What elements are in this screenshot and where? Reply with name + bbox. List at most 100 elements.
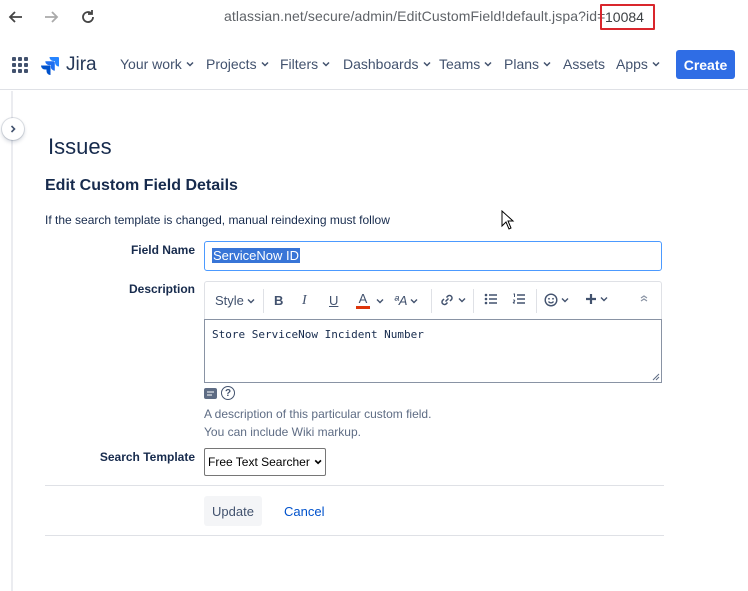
field-name-value: ServiceNow ID bbox=[212, 248, 300, 263]
toolbar-divider bbox=[263, 289, 264, 313]
chevron-right-icon bbox=[10, 125, 16, 133]
field-name-label: Field Name bbox=[130, 243, 195, 257]
plus-icon bbox=[586, 294, 596, 304]
toolbar-divider bbox=[431, 289, 432, 313]
jira-logo-icon bbox=[41, 57, 59, 75]
jira-top-nav: Jira Your work Projects Filters Dashboar… bbox=[0, 40, 748, 90]
font-size-button[interactable]: ªA bbox=[394, 293, 419, 308]
mouse-cursor-icon bbox=[501, 210, 515, 230]
insert-more-button[interactable] bbox=[585, 293, 609, 305]
create-button[interactable]: Create bbox=[676, 50, 735, 79]
nav-assets-label: Assets bbox=[563, 56, 606, 72]
nav-apps[interactable]: Apps bbox=[616, 56, 661, 72]
chevron-down-icon bbox=[422, 61, 431, 67]
description-help: A description of this particular custom … bbox=[204, 405, 431, 441]
description-value: Store ServiceNow Incident Number bbox=[212, 328, 424, 341]
nav-projects-label: Projects bbox=[206, 56, 257, 72]
description-help-line-2: You can include Wiki markup. bbox=[204, 425, 361, 439]
form-divider-top bbox=[45, 485, 664, 486]
nav-apps-label: Apps bbox=[616, 56, 648, 72]
italic-button[interactable]: I bbox=[302, 293, 307, 309]
url-id: 10084 bbox=[605, 9, 644, 25]
address-bar[interactable]: atlassian.net/secure/admin/EditCustomFie… bbox=[224, 8, 605, 24]
wiki-text-mode-icon[interactable] bbox=[204, 387, 217, 399]
reindex-hint: If the search template is changed, manua… bbox=[45, 213, 390, 227]
editor-toolbar: Style B I U A ªA bbox=[204, 281, 662, 319]
chevron-down-icon bbox=[458, 298, 466, 303]
browser-bar: atlassian.net/secure/admin/EditCustomFie… bbox=[0, 0, 748, 36]
forward-icon[interactable] bbox=[40, 6, 62, 28]
nav-filters-label: Filters bbox=[280, 56, 319, 72]
sidebar-edge bbox=[11, 91, 13, 591]
chevron-down-icon bbox=[322, 61, 330, 67]
description-help-line-1: A description of this particular custom … bbox=[204, 407, 432, 421]
description-label: Description bbox=[128, 282, 195, 296]
chevron-down-icon bbox=[484, 61, 492, 67]
page-title: Issues bbox=[48, 134, 112, 159]
url-redaction bbox=[100, 2, 224, 30]
bullet-list-icon bbox=[484, 293, 497, 305]
nav-teams-label: Teams bbox=[439, 56, 481, 72]
chevron-down-icon bbox=[314, 459, 322, 465]
underline-button[interactable]: U bbox=[329, 293, 338, 308]
bold-button[interactable]: B bbox=[274, 293, 283, 308]
text-color-swatch bbox=[356, 306, 370, 309]
link-button[interactable] bbox=[439, 293, 467, 307]
sidebar-expand-button[interactable] bbox=[2, 118, 24, 140]
emoji-icon bbox=[544, 293, 558, 307]
emoji-button[interactable] bbox=[544, 293, 570, 307]
url-id-highlight: 10084 bbox=[600, 4, 655, 30]
chevron-down-icon bbox=[261, 61, 269, 67]
nav-your-work[interactable]: Your work bbox=[120, 56, 195, 72]
form-divider-bottom bbox=[45, 535, 664, 536]
chevron-down-icon bbox=[186, 61, 194, 67]
font-size-glyph: ªA bbox=[394, 293, 408, 308]
chevron-down-icon bbox=[600, 297, 608, 302]
chevron-down-icon bbox=[410, 298, 418, 303]
nav-your-work-label: Your work bbox=[120, 56, 182, 72]
resize-grip-icon[interactable] bbox=[652, 373, 660, 381]
text-color-button[interactable]: A bbox=[356, 291, 370, 309]
nav-teams[interactable]: Teams bbox=[439, 56, 493, 72]
reload-icon[interactable] bbox=[77, 6, 99, 28]
wiki-markup-tools: ? bbox=[204, 386, 235, 400]
field-name-input[interactable]: ServiceNow ID bbox=[204, 241, 662, 271]
jira-logo[interactable]: Jira bbox=[40, 54, 97, 76]
numbered-list-button[interactable] bbox=[512, 293, 526, 305]
section-title: Edit Custom Field Details bbox=[45, 177, 238, 194]
description-textarea[interactable]: Store ServiceNow Incident Number bbox=[204, 319, 662, 383]
numbered-list-icon bbox=[512, 293, 525, 304]
app-switcher-icon[interactable] bbox=[12, 57, 28, 73]
nav-filters[interactable]: Filters bbox=[280, 56, 331, 72]
search-template-select[interactable]: Free Text Searcher bbox=[204, 448, 326, 476]
chevron-down-icon[interactable] bbox=[375, 296, 385, 306]
nav-plans[interactable]: Plans bbox=[504, 56, 552, 72]
url-path: atlassian.net/secure/admin/EditCustomFie… bbox=[224, 8, 606, 24]
help-icon[interactable]: ? bbox=[221, 386, 235, 400]
nav-projects[interactable]: Projects bbox=[206, 56, 270, 72]
style-dropdown[interactable]: Style bbox=[215, 293, 256, 308]
search-template-value: Free Text Searcher bbox=[208, 455, 310, 469]
link-icon bbox=[441, 294, 453, 306]
collapse-toolbar-button[interactable] bbox=[639, 293, 649, 303]
update-button[interactable]: Update bbox=[204, 496, 262, 526]
toolbar-divider bbox=[473, 289, 474, 313]
nav-dashboards[interactable]: Dashboards bbox=[343, 56, 432, 72]
toolbar-divider bbox=[536, 289, 537, 313]
chevron-down-icon bbox=[543, 61, 551, 67]
jira-wordmark: Jira bbox=[66, 54, 97, 75]
nav-assets[interactable]: Assets bbox=[563, 56, 605, 72]
chevron-down-icon bbox=[247, 298, 255, 303]
search-template-label: Search Template bbox=[99, 450, 195, 464]
chevron-down-icon bbox=[652, 61, 660, 67]
bullet-list-button[interactable] bbox=[484, 293, 498, 305]
help-icon-glyph: ? bbox=[224, 387, 232, 399]
double-chevron-up-icon bbox=[640, 295, 648, 302]
chevron-down-icon bbox=[561, 298, 569, 303]
nav-dashboards-label: Dashboards bbox=[343, 56, 419, 72]
cancel-link[interactable]: Cancel bbox=[284, 504, 324, 519]
nav-plans-label: Plans bbox=[504, 56, 540, 72]
back-icon[interactable] bbox=[5, 6, 27, 28]
text-color-glyph: A bbox=[358, 291, 368, 306]
style-label: Style bbox=[215, 293, 244, 308]
